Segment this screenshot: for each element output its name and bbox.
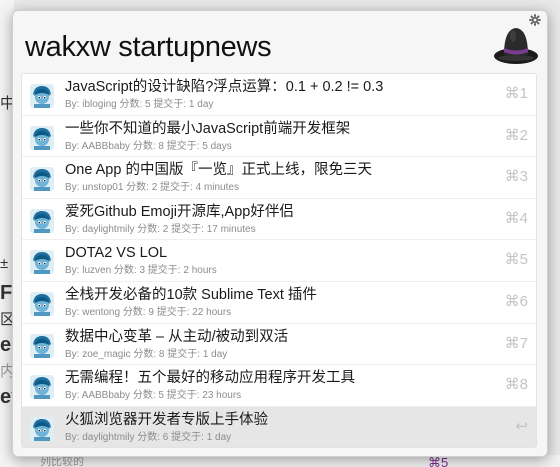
- result-title: 爱死Github Emoji开源库,App好伴侣: [65, 203, 294, 220]
- result-row[interactable]: One App 的中国版『一览』正式上线，限免三天 By: unstop01 分数…: [22, 157, 536, 199]
- result-subtitle: By: wentong 分数: 9 提交于: 22 hours: [65, 306, 232, 318]
- result-shortcut: ⌘8: [504, 376, 528, 394]
- result-shortcut: ⌘2: [504, 126, 528, 144]
- result-shortcut: ⌘5: [504, 251, 528, 269]
- avatar-icon: [30, 291, 54, 316]
- avatar-icon: [30, 375, 54, 400]
- result-title: JavaScript的设计缺陷?浮点运算：0.1 + 0.2 != 0.3: [65, 79, 384, 95]
- launcher-window: wakxw startupnews JavaScript的设计缺陷?浮点运算：0…: [12, 10, 548, 457]
- result-subtitle: By: unstop01 分数: 2 提交于: 4 minutes: [65, 182, 239, 194]
- result-row[interactable]: 全栈开发必备的10款 Sublime Text 插件 By: wentong 分数…: [22, 282, 536, 324]
- result-row[interactable]: JavaScript的设计缺陷?浮点运算：0.1 + 0.2 != 0.3 By:…: [22, 74, 536, 116]
- result-row[interactable]: DOTA2 VS LOL By: luzven 分数: 3 提交于: 2 hour…: [22, 240, 536, 282]
- background-text: ±: [0, 255, 9, 272]
- result-shortcut: ⌘7: [504, 334, 528, 352]
- result-shortcut: ⌘4: [504, 209, 528, 227]
- avatar-icon: [30, 250, 54, 275]
- avatar-icon: [30, 167, 54, 192]
- avatar-icon: [30, 125, 54, 150]
- avatar-icon: [30, 84, 54, 108]
- result-title: DOTA2 VS LOL: [65, 245, 168, 262]
- result-shortcut: ↩: [515, 417, 528, 435]
- result-shortcut: ⌘1: [504, 85, 528, 102]
- alfred-hat-icon: [494, 28, 538, 64]
- result-subtitle: By: AABBbaby 分数: 5 提交于: 23 hours: [65, 390, 242, 402]
- result-row[interactable]: 一些你不知道的最小JavaScript前端开发框架 By: AABBbaby 分数…: [22, 116, 536, 158]
- avatar-icon: [30, 416, 54, 441]
- results-list: JavaScript的设计缺陷?浮点运算：0.1 + 0.2 != 0.3 By:…: [21, 73, 537, 448]
- result-title: 一些你不知道的最小JavaScript前端开发框架: [65, 120, 351, 137]
- result-title: 全栈开发必备的10款 Sublime Text 插件: [65, 286, 317, 303]
- result-row[interactable]: 无需编程！五个最好的移动应用程序开发工具 By: AABBbaby 分数: 5 提…: [22, 365, 536, 407]
- result-title: 火狐浏览器开发者专版上手体验: [65, 411, 268, 428]
- background-text: e: [0, 334, 12, 356]
- result-subtitle: By: daylightmily 分数: 6 提交于: 1 day: [65, 431, 232, 443]
- result-row[interactable]: 数据中心变革 – 从主动/被动到双活 By: zoe_magic 分数: 8 提交…: [22, 324, 536, 366]
- result-title: One App 的中国版『一览』正式上线，限免三天: [65, 162, 372, 179]
- result-shortcut: ⌘3: [504, 168, 528, 186]
- result-shortcut: ⌘6: [504, 292, 528, 310]
- avatar-icon: [30, 208, 54, 233]
- result-subtitle: By: zoe_magic 分数: 8 提交于: 1 day: [65, 348, 228, 360]
- result-title: 无需编程！五个最好的移动应用程序开发工具: [65, 370, 355, 387]
- result-row[interactable]: 火狐浏览器开发者专版上手体验 By: daylightmily 分数: 6 提交于…: [22, 406, 536, 447]
- result-subtitle: By: AABBbaby 分数: 8 提交于: 5 days: [65, 140, 232, 152]
- result-subtitle: By: luzven 分数: 3 提交于: 2 hours: [65, 265, 217, 277]
- result-row[interactable]: 爱死Github Emoji开源库,App好伴侣 By: daylightmily…: [22, 199, 536, 241]
- avatar-icon: [30, 333, 54, 358]
- result-title: 数据中心变革 – 从主动/被动到双活: [65, 328, 289, 345]
- search-query-input[interactable]: wakxw startupnews: [25, 27, 465, 67]
- result-subtitle: By: daylightmily 分数: 2 提交于: 17 minutes: [65, 223, 256, 235]
- result-subtitle: By: ibloging 分数: 5 提交于: 1 day: [65, 99, 214, 110]
